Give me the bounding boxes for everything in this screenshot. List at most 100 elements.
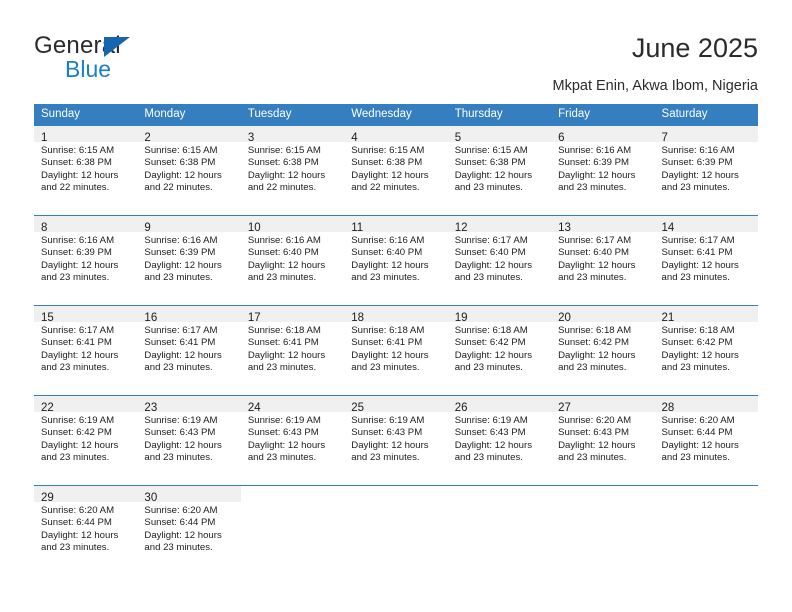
daylight-text-line1: Daylight: 12 hours	[41, 529, 119, 541]
calendar-cell-empty	[551, 485, 655, 575]
day-number: 23	[144, 402, 158, 414]
day-sun-info: Sunrise: 6:16 AM Sunset: 6:39 PM Daylight:…	[34, 232, 137, 284]
day-cell[interactable]: 11 Sunrise: 6:16 AM Sunset: 6:40 PM Dayligh…	[344, 215, 448, 305]
day-cell[interactable]: 23 Sunrise: 6:19 AM Sunset: 6:43 PM Dayligh…	[137, 395, 241, 485]
day-number-band: 3	[240, 126, 345, 144]
day-number: 17	[247, 312, 261, 324]
day-cell[interactable]: 21 Sunrise: 6:18 AM Sunset: 6:42 PM Dayligh…	[654, 305, 758, 395]
daylight-text-line1: Daylight: 12 hours	[454, 439, 533, 451]
daylight-text-line1: Daylight: 12 hours	[247, 169, 326, 181]
day-number: 29	[41, 492, 54, 504]
day-number-band: 5	[447, 126, 552, 144]
day-cell[interactable]: 15 Sunrise: 6:17 AM Sunset: 6:41 PM Dayligh…	[34, 305, 138, 395]
day-cell[interactable]: 8 Sunrise: 6:16 AM Sunset: 6:39 PM Daylight…	[34, 215, 138, 305]
calendar-cell: 22 Sunrise: 6:19 AM Sunset: 6:42 PM Dayligh…	[34, 395, 138, 485]
sunrise-text: Sunrise: 6:20 AM	[41, 505, 115, 516]
day-number-band: 26	[447, 396, 552, 414]
day-sun-info: Sunrise: 6:17 AM Sunset: 6:41 PM Daylight:…	[655, 232, 758, 284]
sunrise-text: Sunrise: 6:18 AM	[351, 325, 425, 336]
daylight-text-line2: and 22 minutes.	[247, 181, 317, 193]
sunrise-text: Sunrise: 6:20 AM	[144, 505, 218, 516]
column-header-sunday: Sunday	[34, 104, 138, 125]
daylight-text-line1: Daylight: 12 hours	[247, 439, 326, 451]
general-blue-logo[interactable]: General Blue	[34, 32, 254, 84]
day-cell[interactable]: 26 Sunrise: 6:19 AM Sunset: 6:43 PM Dayligh…	[447, 395, 552, 485]
day-cell[interactable]: 13 Sunrise: 6:17 AM Sunset: 6:40 PM Dayligh…	[551, 215, 655, 305]
calendar-cell: 8 Sunrise: 6:16 AM Sunset: 6:39 PM Daylight…	[34, 215, 138, 305]
day-cell[interactable]: 2 Sunrise: 6:15 AM Sunset: 6:38 PM Daylight…	[137, 125, 241, 215]
day-number: 2	[144, 132, 151, 144]
day-cell[interactable]: 25 Sunrise: 6:19 AM Sunset: 6:43 PM Dayligh…	[344, 395, 448, 485]
sunset-text: Sunset: 6:40 PM	[351, 247, 423, 259]
day-sun-info: Sunrise: 6:20 AM Sunset: 6:44 PM Daylight:…	[655, 412, 758, 464]
day-cell[interactable]: 14 Sunrise: 6:17 AM Sunset: 6:41 PM Dayligh…	[654, 215, 758, 305]
daylight-text-line2: and 23 minutes.	[351, 451, 420, 463]
daylight-text-line2: and 23 minutes.	[41, 361, 110, 373]
day-cell[interactable]: 29 Sunrise: 6:20 AM Sunset: 6:44 PM Dayligh…	[34, 485, 138, 575]
sunrise-text: Sunrise: 6:20 AM	[661, 415, 735, 426]
daylight-text-line1: Daylight: 12 hours	[41, 349, 119, 361]
day-sun-info: Sunrise: 6:20 AM Sunset: 6:44 PM Daylight:…	[34, 502, 137, 554]
day-cell[interactable]: 4 Sunrise: 6:15 AM Sunset: 6:38 PM Daylight…	[344, 125, 448, 215]
calendar-cell: 9 Sunrise: 6:16 AM Sunset: 6:39 PM Daylight…	[137, 215, 241, 305]
day-number: 8	[41, 222, 48, 234]
day-cell[interactable]: 7 Sunrise: 6:16 AM Sunset: 6:39 PM Daylight…	[654, 125, 758, 215]
sunrise-text: Sunrise: 6:16 AM	[351, 235, 425, 246]
day-cell[interactable]: 16 Sunrise: 6:17 AM Sunset: 6:41 PM Dayligh…	[137, 305, 241, 395]
calendar-cell: 20 Sunrise: 6:18 AM Sunset: 6:42 PM Dayligh…	[551, 305, 655, 395]
calendar-week-row: 15 Sunrise: 6:17 AM Sunset: 6:41 PM Dayligh…	[34, 305, 758, 395]
day-sun-info: Sunrise: 6:16 AM Sunset: 6:40 PM Daylight:…	[344, 232, 447, 284]
day-number: 11	[351, 222, 364, 234]
day-sun-info: Sunrise: 6:19 AM Sunset: 6:42 PM Daylight:…	[34, 412, 137, 464]
daylight-text-line2: and 23 minutes.	[351, 361, 420, 373]
day-cell[interactable]: 30 Sunrise: 6:20 AM Sunset: 6:44 PM Dayligh…	[137, 485, 241, 575]
day-number-band: 30	[137, 486, 241, 504]
calendar-cell: 26 Sunrise: 6:19 AM Sunset: 6:43 PM Dayligh…	[447, 395, 552, 485]
daylight-text-line2: and 23 minutes.	[558, 361, 627, 373]
column-header-saturday: Saturday	[654, 104, 758, 125]
sunrise-text: Sunrise: 6:19 AM	[351, 415, 425, 426]
calendar-cell-empty	[447, 485, 552, 575]
day-cell[interactable]: 3 Sunrise: 6:15 AM Sunset: 6:38 PM Daylight…	[240, 125, 345, 215]
daylight-text-line2: and 23 minutes.	[41, 541, 110, 553]
day-cell[interactable]: 6 Sunrise: 6:16 AM Sunset: 6:39 PM Daylight…	[551, 125, 655, 215]
day-cell[interactable]: 9 Sunrise: 6:16 AM Sunset: 6:39 PM Daylight…	[137, 215, 241, 305]
day-cell[interactable]: 27 Sunrise: 6:20 AM Sunset: 6:43 PM Dayligh…	[551, 395, 655, 485]
day-number: 24	[247, 402, 261, 414]
sunrise-text: Sunrise: 6:18 AM	[454, 325, 528, 336]
day-number-band: 17	[240, 306, 345, 324]
day-number: 30	[144, 492, 158, 504]
day-sun-info: Sunrise: 6:15 AM Sunset: 6:38 PM Daylight:…	[448, 142, 551, 194]
day-sun-info: Sunrise: 6:15 AM Sunset: 6:38 PM Daylight:…	[137, 142, 240, 194]
daylight-text-line1: Daylight: 12 hours	[661, 259, 739, 271]
calendar-cell: 7 Sunrise: 6:16 AM Sunset: 6:39 PM Daylight…	[654, 125, 758, 215]
daylight-text-line2: and 22 minutes.	[41, 181, 110, 193]
day-cell[interactable]: 10 Sunrise: 6:16 AM Sunset: 6:40 PM Dayligh…	[240, 215, 345, 305]
day-cell[interactable]: 22 Sunrise: 6:19 AM Sunset: 6:42 PM Dayligh…	[34, 395, 138, 485]
day-cell[interactable]: 18 Sunrise: 6:18 AM Sunset: 6:41 PM Dayligh…	[344, 305, 448, 395]
day-cell[interactable]: 19 Sunrise: 6:18 AM Sunset: 6:42 PM Dayligh…	[447, 305, 552, 395]
sunrise-text: Sunrise: 6:15 AM	[144, 145, 218, 156]
daylight-text-line2: and 23 minutes.	[144, 541, 213, 553]
column-header-thursday: Thursday	[447, 104, 552, 125]
daylight-text-line1: Daylight: 12 hours	[351, 259, 429, 271]
daylight-text-line2: and 23 minutes.	[661, 361, 730, 373]
sunset-text: Sunset: 6:39 PM	[41, 247, 112, 259]
day-cell[interactable]: 24 Sunrise: 6:19 AM Sunset: 6:43 PM Dayligh…	[240, 395, 345, 485]
day-sun-info: Sunrise: 6:16 AM Sunset: 6:39 PM Daylight:…	[655, 142, 758, 194]
day-number-band: 1	[34, 126, 138, 144]
day-cell[interactable]: 1 Sunrise: 6:15 AM Sunset: 6:38 PM Daylight…	[34, 125, 138, 215]
day-cell[interactable]: 20 Sunrise: 6:18 AM Sunset: 6:42 PM Dayligh…	[551, 305, 655, 395]
day-number-band: 27	[551, 396, 655, 414]
day-cell[interactable]: 28 Sunrise: 6:20 AM Sunset: 6:44 PM Dayligh…	[654, 395, 758, 485]
day-cell[interactable]: 12 Sunrise: 6:17 AM Sunset: 6:40 PM Dayligh…	[447, 215, 552, 305]
day-cell[interactable]: 5 Sunrise: 6:15 AM Sunset: 6:38 PM Daylight…	[447, 125, 552, 215]
daylight-text-line1: Daylight: 12 hours	[144, 259, 222, 271]
daylight-text-line1: Daylight: 12 hours	[144, 439, 222, 451]
daylight-text-line1: Daylight: 12 hours	[144, 349, 222, 361]
sunrise-sunset-calendar-table: Sunday Monday Tuesday Wednesday Thursday…	[34, 104, 758, 575]
day-number-band: 2	[137, 126, 241, 144]
day-cell[interactable]: 17 Sunrise: 6:18 AM Sunset: 6:41 PM Dayligh…	[240, 305, 345, 395]
daylight-text-line1: Daylight: 12 hours	[144, 529, 222, 541]
sunset-text: Sunset: 6:44 PM	[661, 427, 733, 439]
